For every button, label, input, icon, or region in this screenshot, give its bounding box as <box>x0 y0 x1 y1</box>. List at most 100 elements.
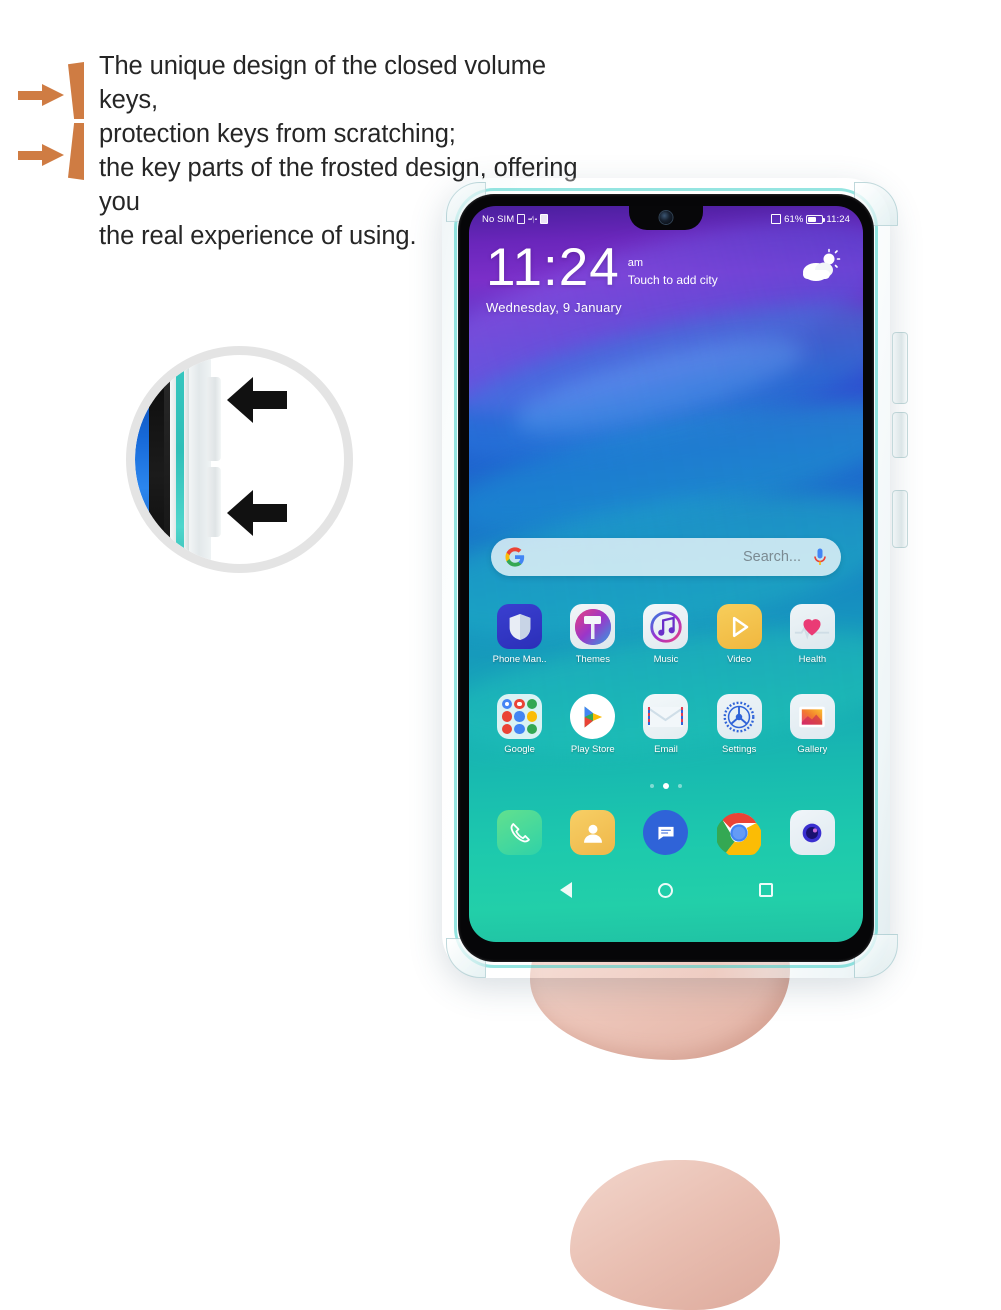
app-music[interactable]: Music <box>629 604 702 665</box>
app-label: Themes <box>575 654 610 665</box>
app-email[interactable]: Email <box>629 694 702 755</box>
battery-icon <box>806 214 826 224</box>
status-bar-right: 61% 11:24 <box>771 214 850 225</box>
page-dot-active[interactable] <box>663 783 669 789</box>
person-icon[interactable] <box>570 810 616 855</box>
handset-icon[interactable] <box>497 810 543 855</box>
navigation-bar <box>469 882 863 898</box>
folder-app-dot <box>526 723 538 734</box>
phone-bezel-layer <box>149 355 165 564</box>
app-label: Video <box>727 654 752 665</box>
paint-roller-icon <box>570 604 616 649</box>
clock-row: 11:24 am Touch to add city <box>486 238 718 297</box>
add-city-label[interactable]: Touch to add city <box>628 273 718 287</box>
chrome-icon[interactable] <box>717 810 762 855</box>
magnifier-circle <box>126 346 353 573</box>
orange-brace-icon <box>68 62 86 180</box>
folder-grid <box>502 699 538 734</box>
search-placeholder[interactable]: Search... <box>525 549 813 565</box>
clock-widget[interactable]: 11:24 am Touch to add city Wednesday, 9 … <box>486 238 718 315</box>
folder-app-dot <box>514 711 525 722</box>
app-row-1: Phone Man.. Themes Music Video Health <box>483 604 849 665</box>
app-video[interactable]: Video <box>703 604 776 665</box>
callout-arrow-icon <box>227 377 287 423</box>
arrow-head <box>227 377 253 423</box>
google-g-icon <box>505 547 525 567</box>
arrow-head <box>42 144 64 166</box>
app-label: Settings <box>722 744 757 755</box>
phone-body: No SIM 61% 11:24 11:24 am Touch to add c… <box>458 194 874 962</box>
wallpaper-swirl <box>469 376 863 556</box>
photo-frame-icon <box>789 694 835 739</box>
app-themes[interactable]: Themes <box>556 604 629 665</box>
app-label: Play Store <box>570 744 615 755</box>
app-play-store[interactable]: Play Store <box>556 694 629 755</box>
waterdrop-notch <box>629 206 703 230</box>
play-triangle-icon <box>716 604 762 649</box>
app-gallery[interactable]: Gallery <box>776 694 849 755</box>
status-bar-left: No SIM <box>482 213 549 225</box>
app-health[interactable]: Health <box>776 604 849 665</box>
envelope-icon <box>643 694 689 739</box>
brace-bottom <box>68 123 84 180</box>
page-dot[interactable] <box>650 784 654 788</box>
app-phone-manager[interactable]: Phone Man.. <box>483 604 556 665</box>
folder-app-dot <box>514 699 525 710</box>
arrow-shaft <box>251 391 287 409</box>
folder-app-dot <box>514 723 525 734</box>
speech-bubble-icon[interactable] <box>643 810 689 855</box>
wallpaper-swirl <box>506 320 812 452</box>
folder-app-dot <box>526 711 538 722</box>
signal-icon <box>771 214 782 224</box>
case-power-key <box>892 332 908 404</box>
google-search-bar[interactable]: Search... <box>491 538 841 576</box>
folder-app-dot <box>526 699 538 710</box>
page-indicator <box>469 783 863 789</box>
app-row-2: Google Play Store Email Settings Gallery <box>483 694 849 755</box>
partly-cloudy-icon[interactable] <box>799 248 841 284</box>
gear-dial-icon <box>716 694 762 739</box>
app-settings[interactable]: Settings <box>703 694 776 755</box>
app-google-folder[interactable]: Google <box>483 694 556 755</box>
covered-volume-up-key <box>207 377 221 461</box>
arrow-shaft <box>18 151 44 160</box>
clock-time: 11:24 <box>486 238 620 297</box>
arrow-head <box>42 84 64 106</box>
status-time-label: 11:24 <box>826 213 850 225</box>
covered-volume-down-key <box>207 467 221 537</box>
home-icon[interactable] <box>657 882 673 898</box>
page-dot[interactable] <box>678 784 682 788</box>
clock-meta: am Touch to add city <box>628 253 718 293</box>
arrow-shaft <box>251 504 287 522</box>
orange-arrow-icon <box>18 144 64 166</box>
app-label: Music <box>653 654 679 665</box>
orange-arrow-icon <box>18 84 64 106</box>
carrier-label: No SIM <box>482 213 515 225</box>
brace-top <box>68 62 84 119</box>
music-note-icon <box>643 604 689 649</box>
callout-arrow-icon <box>227 490 287 536</box>
vibrate-icon <box>528 215 538 224</box>
heart-icon <box>789 604 835 649</box>
google-folder-icon <box>497 694 543 739</box>
play-store-icon <box>570 694 616 739</box>
phone-product-photo: No SIM 61% 11:24 11:24 am Touch to add c… <box>400 160 920 1310</box>
app-label: Phone Man.. <box>492 654 547 665</box>
case-volume-down-key <box>892 490 908 548</box>
clock-ampm: am <box>627 256 643 269</box>
arrow-shaft <box>18 91 44 100</box>
magnifier-content <box>135 355 344 564</box>
phone-screen: No SIM 61% 11:24 11:24 am Touch to add c… <box>469 206 863 942</box>
app-label: Health <box>798 654 827 665</box>
microphone-icon[interactable] <box>813 548 827 567</box>
clock-date: Wednesday, 9 January <box>486 299 622 315</box>
app-label: Gallery <box>797 744 828 755</box>
recents-icon[interactable] <box>758 883 773 897</box>
sim-icon <box>517 214 526 224</box>
front-camera-icon <box>659 211 673 224</box>
folder-app-dot <box>502 699 513 710</box>
orange-arrow-group <box>18 72 70 182</box>
camera-lens-icon[interactable] <box>789 810 835 855</box>
back-icon[interactable] <box>559 882 572 898</box>
arrow-head <box>227 490 253 536</box>
